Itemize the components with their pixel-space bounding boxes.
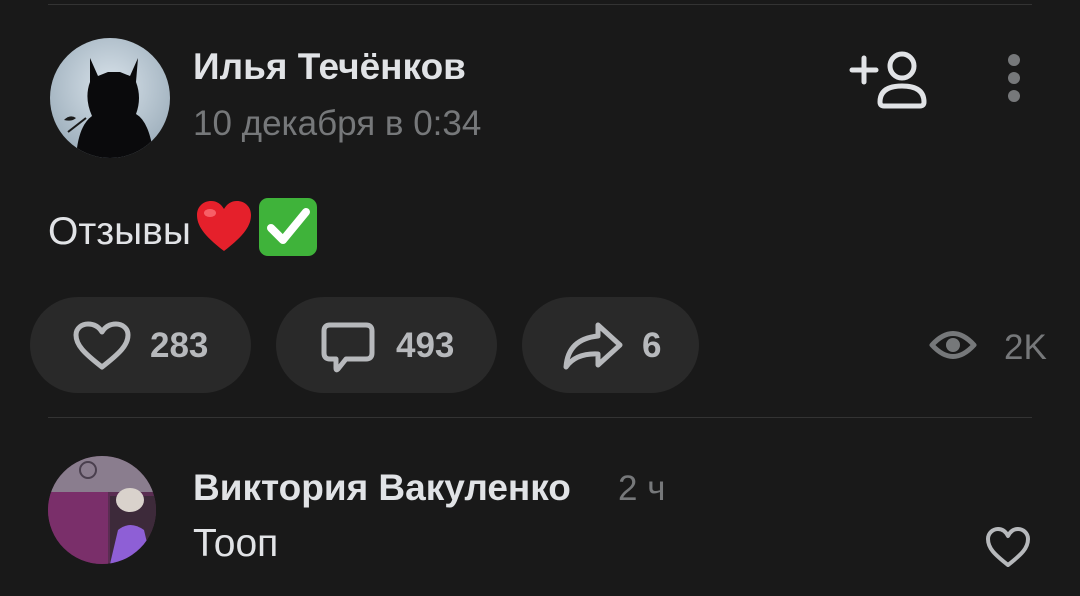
commenter-avatar[interactable] bbox=[48, 456, 156, 564]
commenter-name[interactable]: Виктория Вакуленко bbox=[193, 467, 571, 509]
heart-icon bbox=[986, 527, 1030, 567]
more-options-button[interactable] bbox=[996, 48, 1032, 108]
heart-icon bbox=[73, 321, 131, 370]
views-counter: 2K bbox=[928, 320, 1047, 370]
heart-emoji-icon bbox=[195, 199, 253, 265]
comment-icon bbox=[321, 322, 375, 373]
avatar-image bbox=[50, 38, 170, 158]
shares-count: 6 bbox=[642, 326, 662, 365]
add-friend-button[interactable] bbox=[846, 48, 932, 112]
comments-count: 493 bbox=[396, 326, 455, 365]
post-text: Отзывы bbox=[48, 196, 319, 268]
likes-count: 283 bbox=[150, 326, 209, 365]
check-mark-emoji-icon bbox=[257, 196, 319, 268]
eye-icon bbox=[929, 331, 977, 359]
views-count: 2K bbox=[1004, 328, 1047, 367]
comments-divider bbox=[48, 417, 1032, 418]
top-divider bbox=[48, 4, 1032, 5]
add-friend-icon bbox=[849, 51, 927, 109]
comment-time: 2 ч bbox=[618, 469, 666, 508]
like-button[interactable]: 283 bbox=[30, 297, 251, 393]
post-author-name[interactable]: Илья Течёнков bbox=[193, 46, 466, 88]
post-text-content: Отзывы bbox=[48, 210, 191, 253]
comment-button[interactable]: 493 bbox=[276, 297, 497, 393]
share-button[interactable]: 6 bbox=[522, 297, 699, 393]
comment-like-button[interactable] bbox=[984, 525, 1032, 569]
more-vertical-icon bbox=[1008, 54, 1020, 102]
avatar-image bbox=[48, 456, 156, 564]
share-icon bbox=[563, 322, 623, 370]
comment-text: Тооп bbox=[193, 522, 279, 565]
post-author-avatar[interactable] bbox=[50, 38, 170, 158]
post-date[interactable]: 10 декабря в 0:34 bbox=[193, 104, 481, 144]
